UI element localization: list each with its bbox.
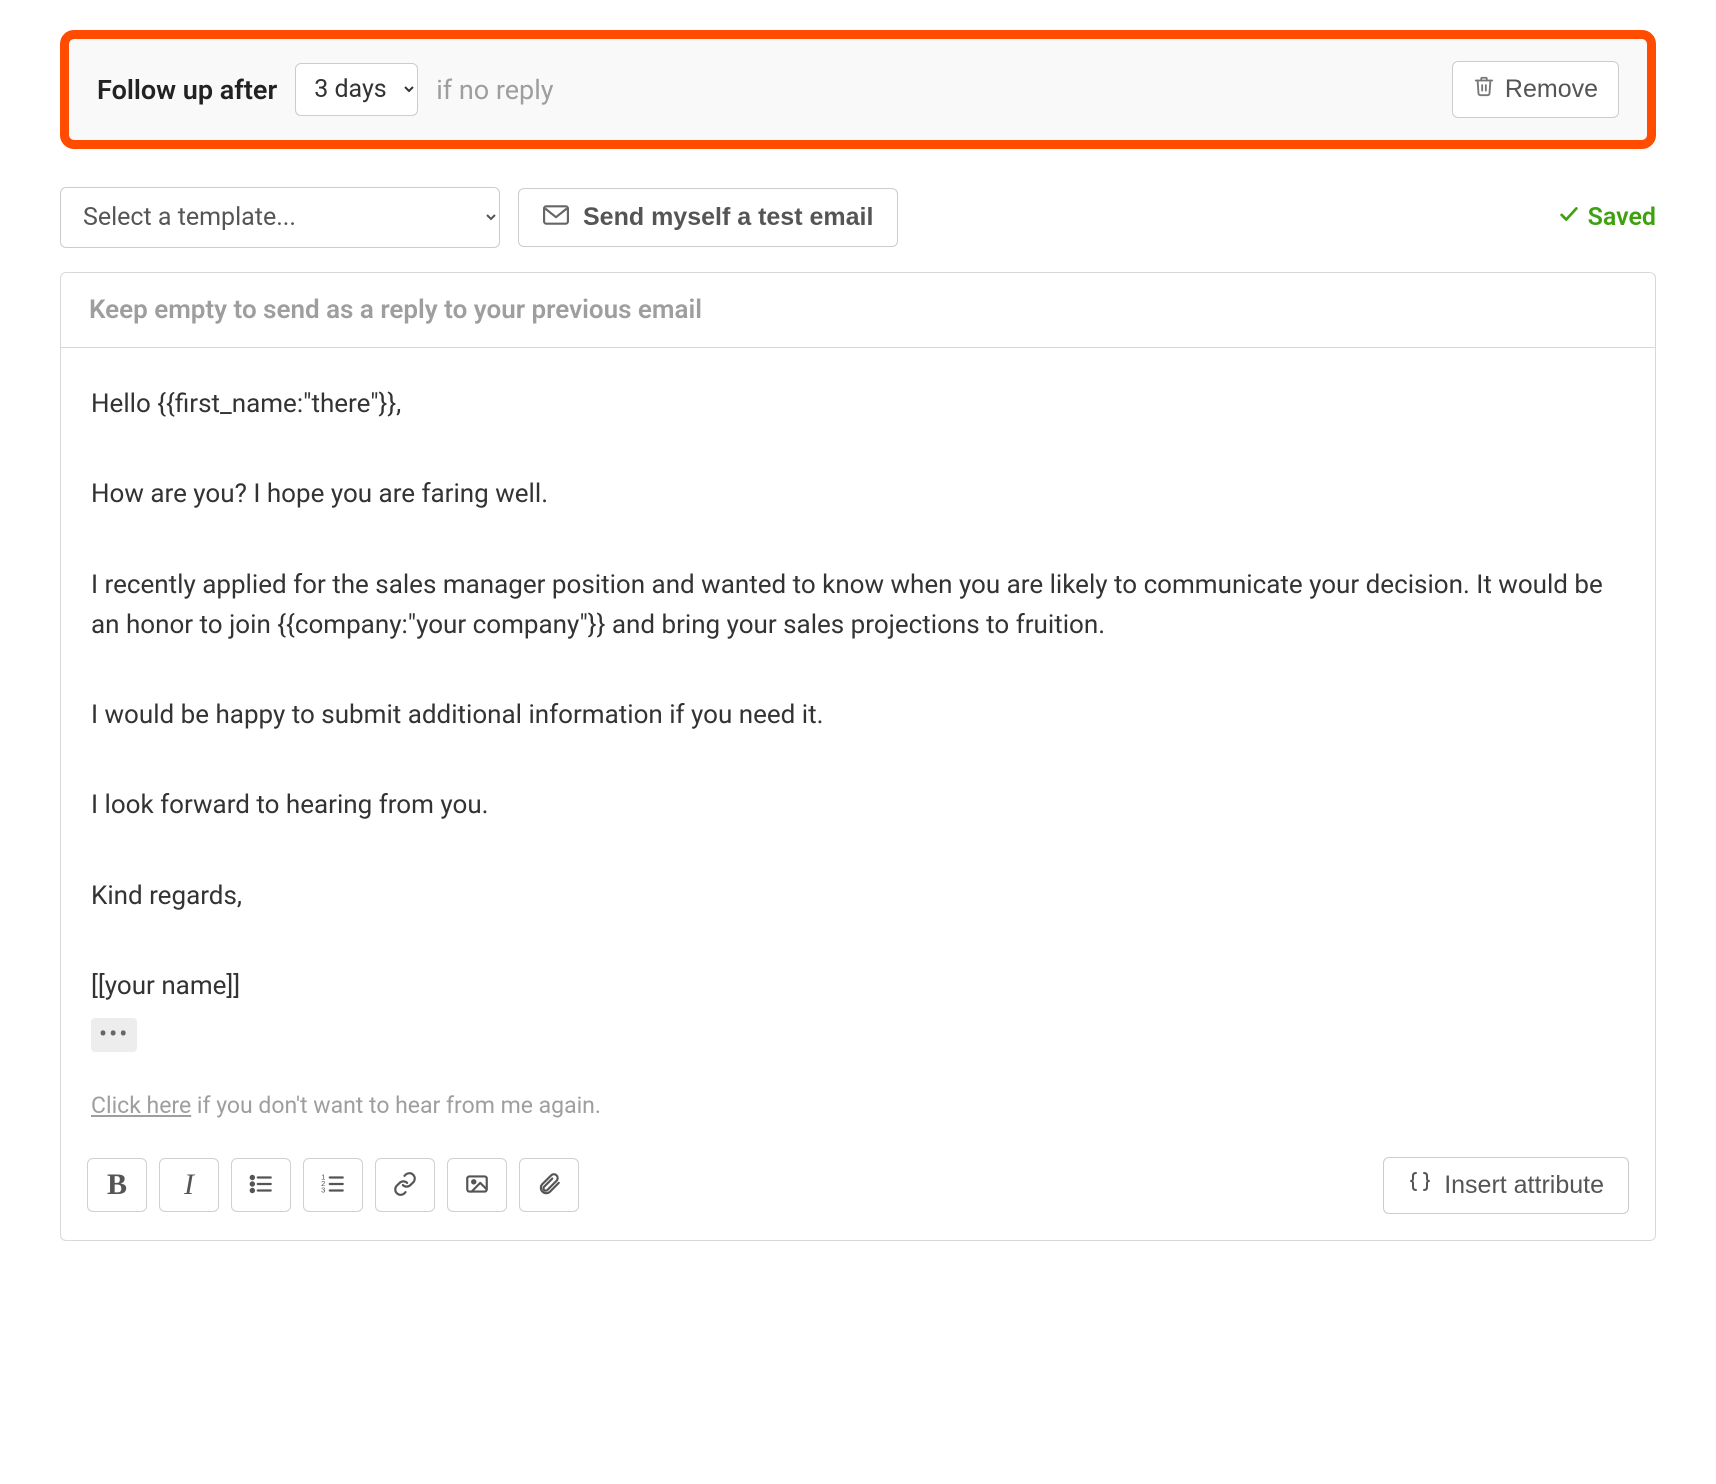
bold-icon: B <box>107 1168 127 1202</box>
attachment-button[interactable] <box>519 1158 579 1212</box>
bullet-list-icon <box>248 1171 274 1200</box>
body-paragraph: I look forward to hearing from you. <box>91 785 1625 825</box>
trash-icon <box>1473 74 1495 105</box>
body-paragraph: How are you? I hope you are faring well. <box>91 474 1625 514</box>
followup-highlight-box: Follow up after 3 days if no reply Remov… <box>60 30 1656 149</box>
image-button[interactable] <box>447 1158 507 1212</box>
saved-indicator: Saved <box>1558 203 1656 232</box>
expand-quoted-icon[interactable]: ••• <box>91 1018 137 1052</box>
insert-attribute-label: Insert attribute <box>1444 1171 1604 1200</box>
body-paragraph: I recently applied for the sales manager… <box>91 565 1625 646</box>
body-signature: [[your name]] <box>91 966 1625 1006</box>
followup-label-before: Follow up after <box>97 74 277 106</box>
check-icon <box>1558 203 1580 232</box>
italic-button[interactable]: I <box>159 1158 219 1212</box>
bullet-list-button[interactable] <box>231 1158 291 1212</box>
bold-button[interactable]: B <box>87 1158 147 1212</box>
editor-toolbar: B I <box>61 1137 1655 1240</box>
link-icon <box>392 1171 418 1200</box>
image-icon <box>464 1171 490 1200</box>
send-test-email-label: Send myself a test email <box>583 203 873 232</box>
remove-button[interactable]: Remove <box>1452 61 1619 118</box>
svg-text:3: 3 <box>321 1186 325 1195</box>
body-paragraph: Hello {{first_name:"there"}}, <box>91 384 1625 424</box>
envelope-icon <box>543 203 569 232</box>
paperclip-icon <box>536 1171 562 1200</box>
controls-row: Select a template... Send myself a test … <box>60 187 1656 248</box>
numbered-list-icon: 1 2 3 <box>320 1171 346 1200</box>
unsubscribe-rest: if you don't want to hear from me again. <box>191 1092 601 1119</box>
email-body[interactable]: Hello {{first_name:"there"}}, How are yo… <box>61 348 1655 1137</box>
italic-icon: I <box>184 1168 194 1202</box>
remove-button-label: Remove <box>1505 75 1598 104</box>
send-test-email-button[interactable]: Send myself a test email <box>518 188 898 247</box>
braces-icon <box>1408 1170 1432 1201</box>
insert-attribute-button[interactable]: Insert attribute <box>1383 1157 1629 1214</box>
followup-label-after: if no reply <box>436 74 553 106</box>
link-button[interactable] <box>375 1158 435 1212</box>
unsubscribe-line: Click here if you don't want to hear fro… <box>91 1092 1625 1119</box>
body-paragraph: I would be happy to submit additional in… <box>91 695 1625 735</box>
email-editor: Hello {{first_name:"there"}}, How are yo… <box>60 272 1656 1241</box>
body-paragraph: Kind regards, <box>91 876 1625 916</box>
saved-label: Saved <box>1588 203 1656 232</box>
numbered-list-button[interactable]: 1 2 3 <box>303 1158 363 1212</box>
followup-days-select[interactable]: 3 days <box>295 63 418 116</box>
unsubscribe-link[interactable]: Click here <box>91 1092 191 1119</box>
template-select[interactable]: Select a template... <box>60 187 500 248</box>
subject-input[interactable] <box>61 273 1655 348</box>
followup-bar: Follow up after 3 days if no reply Remov… <box>69 39 1647 140</box>
